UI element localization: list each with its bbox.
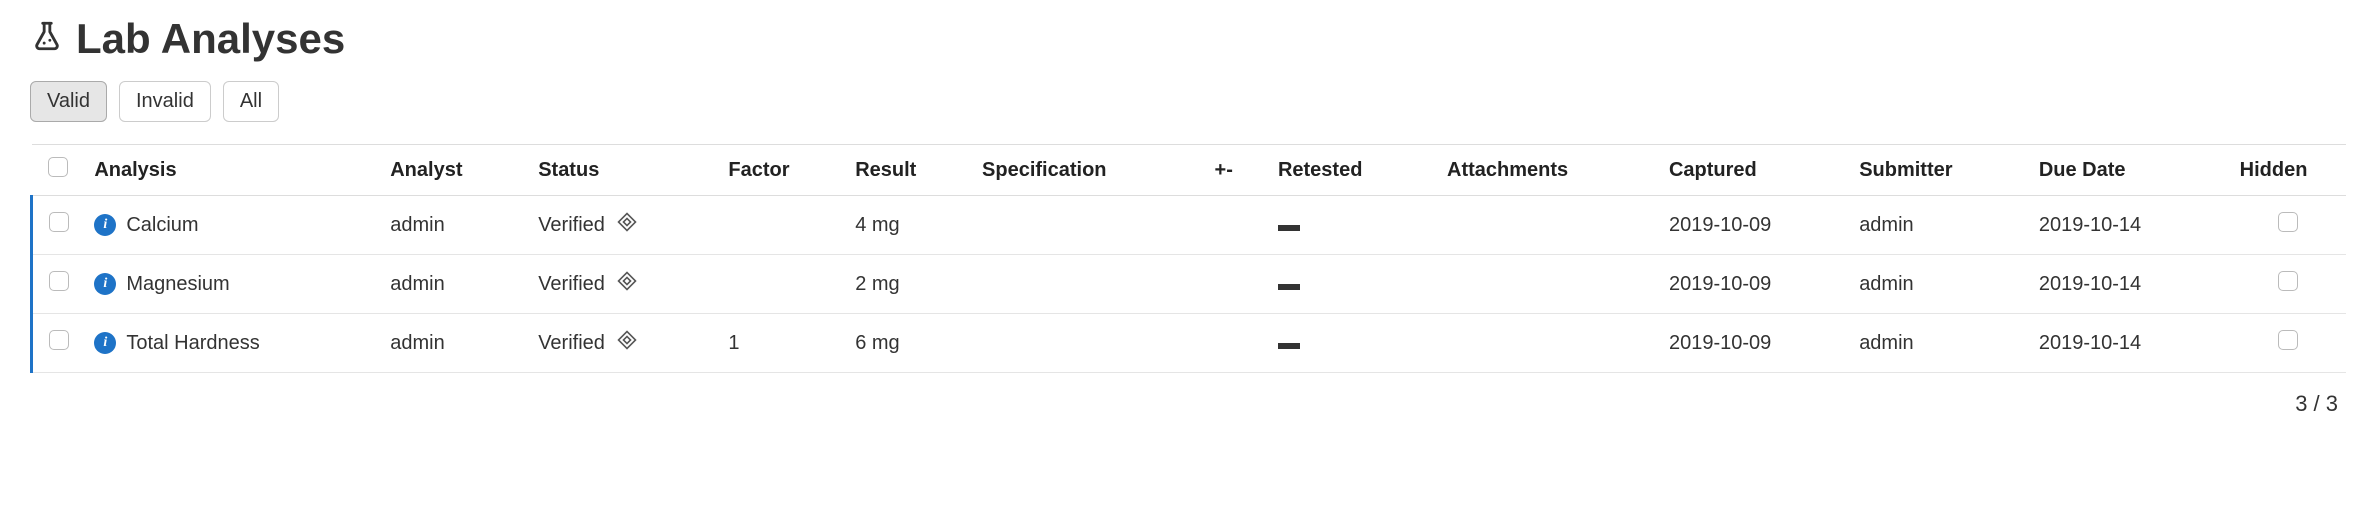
- row-checkbox[interactable]: [49, 212, 69, 232]
- plus-minus-cell: [1205, 196, 1268, 255]
- analyst-cell: admin: [380, 314, 528, 373]
- header-select-all: [32, 145, 85, 196]
- row-checkbox[interactable]: [49, 271, 69, 291]
- dash-icon: [1278, 343, 1300, 349]
- select-all-checkbox[interactable]: [48, 157, 68, 177]
- result-cell: 2 mg: [845, 255, 972, 314]
- status-text: Verified: [538, 332, 605, 355]
- header-due-date[interactable]: Due Date: [2029, 145, 2230, 196]
- dash-icon: [1278, 225, 1300, 231]
- info-icon[interactable]: i: [94, 273, 116, 295]
- filter-tabs: Valid Invalid All: [30, 81, 2346, 122]
- info-icon[interactable]: i: [94, 332, 116, 354]
- retested-cell: [1268, 255, 1437, 314]
- hidden-checkbox[interactable]: [2278, 271, 2298, 291]
- pager-label: 3 / 3: [2295, 391, 2338, 416]
- due-date-cell: 2019-10-14: [2029, 196, 2230, 255]
- analyst-cell: admin: [380, 255, 528, 314]
- plus-minus-cell: [1205, 255, 1268, 314]
- verified-diamond-icon: [615, 269, 639, 299]
- status-text: Verified: [538, 214, 605, 237]
- header-specification[interactable]: Specification: [972, 145, 1205, 196]
- factor-cell: [718, 196, 845, 255]
- verified-diamond-icon: [615, 210, 639, 240]
- retested-cell: [1268, 314, 1437, 373]
- attachments-cell: [1437, 314, 1659, 373]
- analyses-table: Analysis Analyst Status Factor Result Sp…: [30, 144, 2346, 373]
- info-icon[interactable]: i: [94, 214, 116, 236]
- dash-icon: [1278, 284, 1300, 290]
- table-row: i Calcium admin Verified 4 mg 2019-10-09: [32, 196, 2347, 255]
- filter-valid[interactable]: Valid: [30, 81, 107, 122]
- header-captured[interactable]: Captured: [1659, 145, 1849, 196]
- page-title: Lab Analyses: [30, 15, 2346, 63]
- analysis-name[interactable]: Total Hardness: [126, 332, 259, 355]
- verified-diamond-icon: [615, 328, 639, 358]
- captured-cell: 2019-10-09: [1659, 196, 1849, 255]
- attachments-cell: [1437, 255, 1659, 314]
- analysis-name[interactable]: Magnesium: [126, 273, 229, 296]
- attachments-cell: [1437, 196, 1659, 255]
- header-plus-minus[interactable]: +-: [1205, 145, 1268, 196]
- plus-minus-cell: [1205, 314, 1268, 373]
- analyst-cell: admin: [380, 196, 528, 255]
- header-result[interactable]: Result: [845, 145, 972, 196]
- result-cell: 4 mg: [845, 196, 972, 255]
- table-row: i Total Hardness admin Verified 1 6 mg 2…: [32, 314, 2347, 373]
- hidden-checkbox[interactable]: [2278, 212, 2298, 232]
- lab-flask-icon: [30, 15, 64, 63]
- page-title-text: Lab Analyses: [76, 15, 345, 63]
- submitter-cell: admin: [1849, 196, 2029, 255]
- header-factor[interactable]: Factor: [718, 145, 845, 196]
- specification-cell: [972, 196, 1205, 255]
- submitter-cell: admin: [1849, 255, 2029, 314]
- header-analysis[interactable]: Analysis: [84, 145, 380, 196]
- header-analyst[interactable]: Analyst: [380, 145, 528, 196]
- submitter-cell: admin: [1849, 314, 2029, 373]
- due-date-cell: 2019-10-14: [2029, 314, 2230, 373]
- filter-invalid[interactable]: Invalid: [119, 81, 211, 122]
- status-text: Verified: [538, 273, 605, 296]
- hidden-checkbox[interactable]: [2278, 330, 2298, 350]
- header-hidden[interactable]: Hidden: [2230, 145, 2346, 196]
- header-retested[interactable]: Retested: [1268, 145, 1437, 196]
- header-attachments[interactable]: Attachments: [1437, 145, 1659, 196]
- due-date-cell: 2019-10-14: [2029, 255, 2230, 314]
- captured-cell: 2019-10-09: [1659, 255, 1849, 314]
- header-submitter[interactable]: Submitter: [1849, 145, 2029, 196]
- header-status[interactable]: Status: [528, 145, 718, 196]
- specification-cell: [972, 255, 1205, 314]
- pager: 3 / 3: [30, 373, 2346, 417]
- captured-cell: 2019-10-09: [1659, 314, 1849, 373]
- analysis-name[interactable]: Calcium: [126, 214, 198, 237]
- filter-all[interactable]: All: [223, 81, 279, 122]
- result-cell: 6 mg: [845, 314, 972, 373]
- retested-cell: [1268, 196, 1437, 255]
- factor-cell: 1: [718, 314, 845, 373]
- row-checkbox[interactable]: [49, 330, 69, 350]
- table-row: i Magnesium admin Verified 2 mg 2019-10-…: [32, 255, 2347, 314]
- specification-cell: [972, 314, 1205, 373]
- factor-cell: [718, 255, 845, 314]
